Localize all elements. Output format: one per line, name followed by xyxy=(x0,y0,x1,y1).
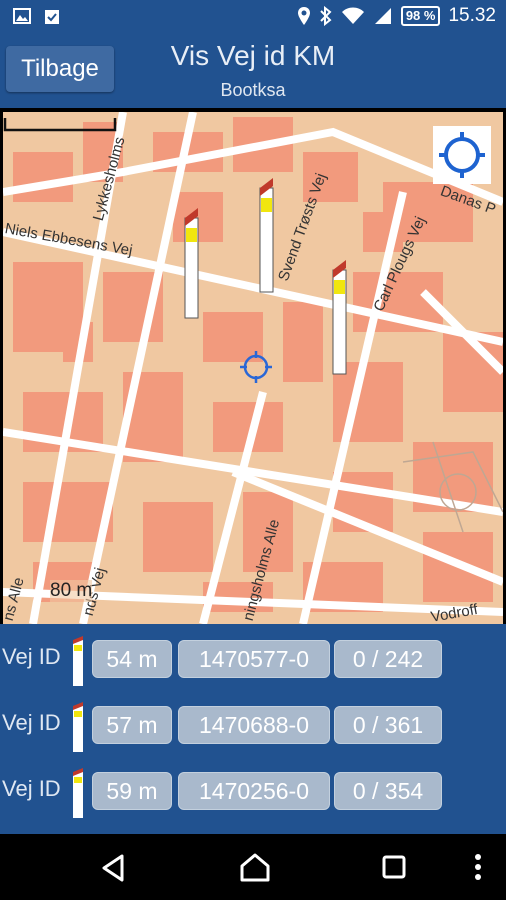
navigation-bar xyxy=(0,834,506,900)
status-bar: 98 % 15.32 xyxy=(0,0,506,34)
wifi-icon xyxy=(341,7,364,24)
status-left-icons xyxy=(12,6,62,26)
recents-nav-icon[interactable] xyxy=(382,855,406,879)
list-item[interactable]: Vej ID 59 m 1470256-0 0 / 354 xyxy=(0,762,506,818)
page-title: Vis Vej id KM xyxy=(170,40,336,71)
distance-value: 59 m xyxy=(92,772,172,810)
clock: 15.32 xyxy=(448,5,496,26)
vej-id-value: 1470688-0 xyxy=(178,706,330,744)
scale-bar xyxy=(3,118,117,132)
crosshair-icon xyxy=(439,132,485,178)
location-pin-icon xyxy=(297,7,310,25)
my-location-button[interactable] xyxy=(433,126,491,184)
signal-icon xyxy=(374,8,391,24)
overflow-menu-icon[interactable] xyxy=(474,853,482,881)
clipboard-check-icon xyxy=(45,10,59,24)
km-range-value: 0 / 242 xyxy=(334,640,442,678)
distance-value: 57 m xyxy=(92,706,172,744)
vej-id-value: 1470256-0 xyxy=(178,772,330,810)
row-label: Vej ID xyxy=(2,710,61,735)
page-subtitle: Bootksa xyxy=(220,80,286,100)
km-range-value: 0 / 354 xyxy=(334,772,442,810)
road-marker-icon xyxy=(73,768,83,818)
current-position-icon xyxy=(240,351,272,383)
home-nav-icon[interactable] xyxy=(239,852,271,882)
bluetooth-icon xyxy=(320,6,332,26)
distance-value: 54 m xyxy=(92,640,172,678)
road-marker-icon xyxy=(73,636,83,686)
km-range-value: 0 / 361 xyxy=(334,706,442,744)
list-item[interactable]: Vej ID 54 m 1470577-0 0 / 242 xyxy=(0,630,506,686)
scale-label: 80 m xyxy=(50,580,93,602)
image-icon xyxy=(13,8,31,24)
row-label: Vej ID xyxy=(2,776,61,801)
back-nav-icon[interactable] xyxy=(100,854,126,882)
road-marker-icon xyxy=(73,702,83,752)
app-header: Tilbage Vis Vej id KM Bootksa xyxy=(0,34,506,108)
vej-id-list: Vej ID 54 m 1470577-0 0 / 242 Vej ID 57 … xyxy=(0,624,506,834)
list-item[interactable]: Vej ID 57 m 1470688-0 0 / 361 xyxy=(0,696,506,752)
status-right: 98 % 15.32 xyxy=(297,5,496,27)
map-view[interactable]: Lykkesholms Niels Ebbesens Vej Svend Trø… xyxy=(3,112,503,624)
vej-id-value: 1470577-0 xyxy=(178,640,330,678)
road-marker-post[interactable] xyxy=(331,260,349,376)
battery-indicator: 98 % xyxy=(400,6,441,26)
row-label: Vej ID xyxy=(2,644,61,669)
road-marker-post[interactable] xyxy=(258,178,276,294)
road-marker-post[interactable] xyxy=(183,208,201,320)
